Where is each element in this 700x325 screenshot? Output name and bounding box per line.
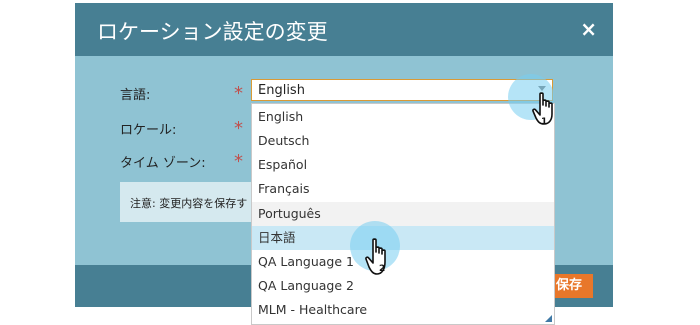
language-required-mark: * — [234, 83, 243, 104]
language-option-deutsch[interactable]: Deutsch — [252, 129, 554, 153]
language-option-francais[interactable]: Français — [252, 177, 554, 201]
dialog-header: ロケーション設定の変更 × — [75, 3, 613, 56]
language-option-english[interactable]: English — [252, 105, 554, 129]
step-number-1: 1 — [541, 117, 548, 127]
step-number-2: 2 — [379, 264, 386, 274]
language-option-japanese[interactable]: 日本語 — [252, 226, 554, 250]
timezone-label: タイム ゾーン: — [120, 156, 206, 171]
language-option-qa-language-1[interactable]: QA Language 1 — [252, 250, 554, 274]
locale-label: ロケール: — [120, 123, 177, 138]
save-notice: 注意: 変更内容を保存す — [120, 182, 260, 222]
language-label: 言語: — [120, 88, 151, 103]
language-dropdown-list: English Deutsch Español Français Portugu… — [251, 103, 555, 325]
language-option-portugues[interactable]: Português — [252, 202, 554, 226]
language-option-espanol[interactable]: Español — [252, 153, 554, 177]
language-option-mlm-healthcare[interactable]: MLM - Healthcare — [252, 298, 554, 322]
resize-grip-icon[interactable] — [545, 315, 552, 322]
dialog-title: ロケーション設定の変更 — [97, 20, 328, 44]
close-icon[interactable]: × — [580, 17, 597, 41]
locale-required-mark: * — [234, 118, 243, 139]
language-option-qa-language-2[interactable]: QA Language 2 — [252, 274, 554, 298]
notice-text: 注意: 変更内容を保存す — [130, 197, 248, 210]
timezone-required-mark: * — [234, 151, 243, 172]
language-select-value: English — [258, 83, 305, 98]
